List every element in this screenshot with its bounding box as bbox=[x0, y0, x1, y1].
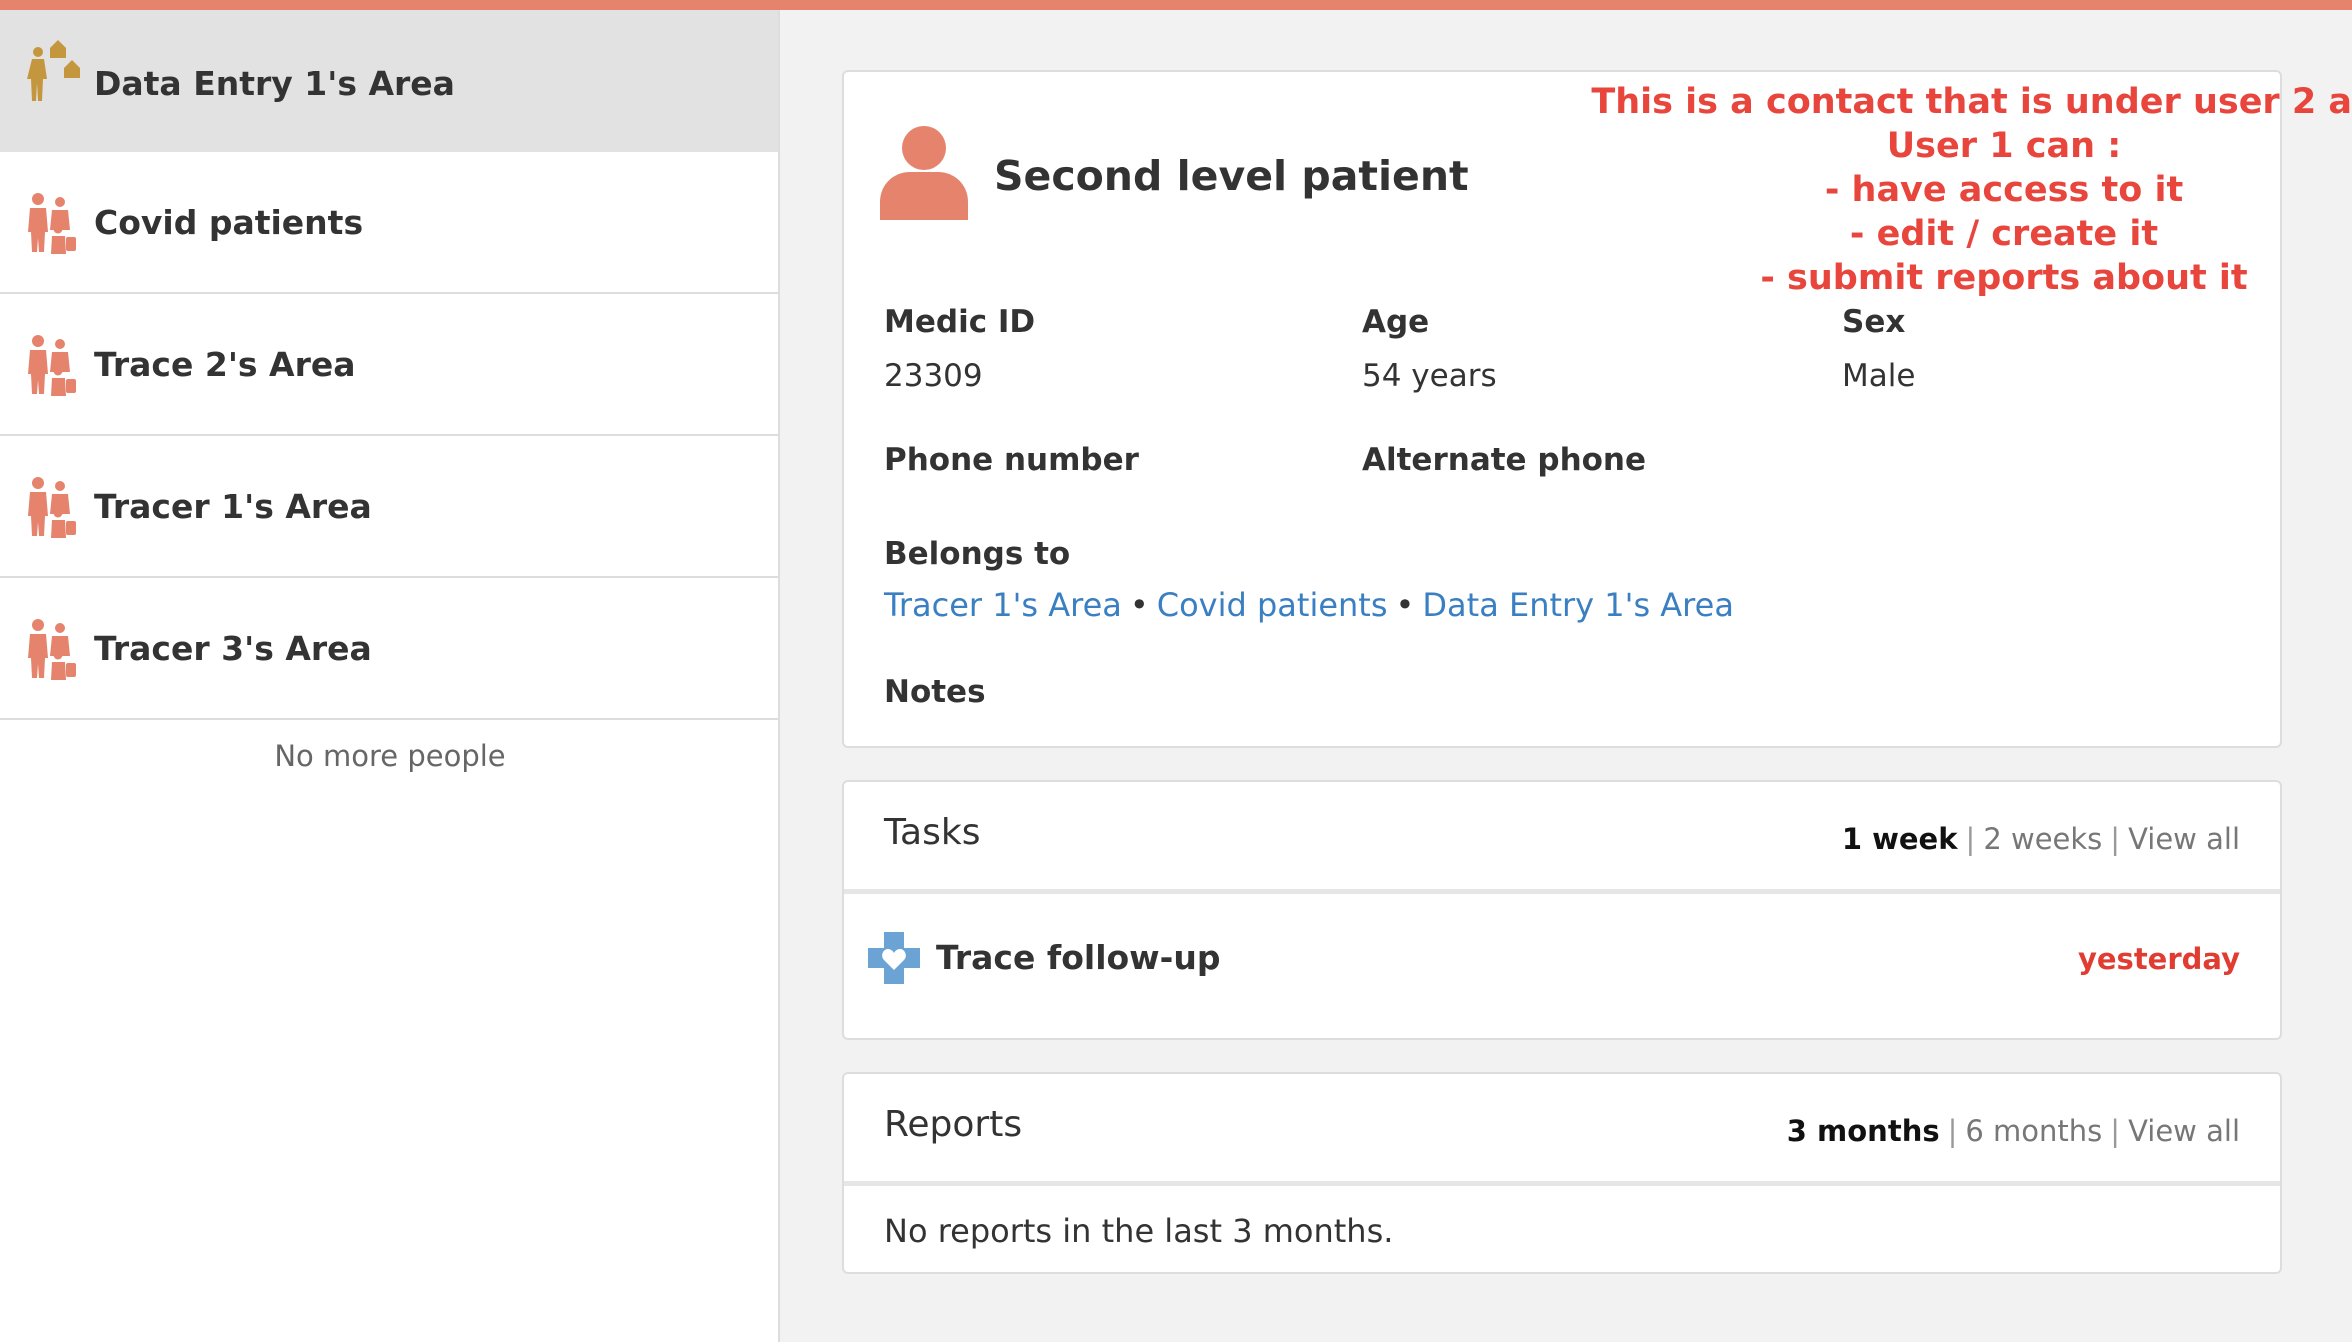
place-family-icon bbox=[27, 40, 80, 101]
reports-title: Reports bbox=[884, 1104, 1023, 1145]
medic-id-value: 23309 bbox=[884, 358, 983, 394]
person-icon bbox=[880, 126, 968, 220]
lineage-link-covid-patients[interactable]: Covid patients bbox=[1157, 586, 1388, 624]
tasks-title: Tasks bbox=[884, 812, 981, 853]
annotation-line: - submit reports about it bbox=[1760, 258, 2248, 298]
family-icon bbox=[28, 477, 76, 538]
reports-header: Reports 3 months | 6 months | View all bbox=[844, 1074, 2280, 1186]
annotation-overlay: This is a contact that is under user 2 a… bbox=[1484, 80, 2352, 300]
annotation-line: - have access to it bbox=[1824, 170, 2184, 210]
belongs-to-lineage: Tracer 1's Area • Covid patients • Data Entr… bbox=[884, 586, 1734, 624]
reports-filter-bar: 3 months | 6 months | View all bbox=[1787, 1114, 2240, 1148]
contact-name: Second level patient bbox=[994, 152, 1469, 200]
phone-number-label: Phone number bbox=[884, 442, 1139, 478]
family-icon bbox=[28, 619, 76, 680]
sidebar-item-covid-patients[interactable]: Covid patients bbox=[0, 152, 778, 294]
tasks-filter-1-week[interactable]: 1 week bbox=[1842, 822, 1958, 856]
tasks-card: Tasks 1 week | 2 weeks | View all Trace foll… bbox=[842, 780, 2282, 1040]
annotation-line: User 1 can : bbox=[1886, 126, 2122, 166]
reports-filter-6-months[interactable]: 6 months bbox=[1965, 1114, 2102, 1148]
annotation-line: This is a contact that is under user 2 a… bbox=[1591, 82, 2352, 122]
medic-id-label: Medic ID bbox=[884, 304, 1036, 340]
tasks-filter-view-all[interactable]: View all bbox=[2128, 822, 2240, 856]
lineage-link-tracer-1-area[interactable]: Tracer 1's Area bbox=[884, 586, 1122, 624]
reports-card: Reports 3 months | 6 months | View all No re… bbox=[842, 1072, 2282, 1274]
filter-separator: | bbox=[1965, 822, 1976, 856]
sex-label: Sex bbox=[1842, 304, 1906, 340]
reports-filter-3-months[interactable]: 3 months bbox=[1787, 1114, 1940, 1148]
task-due-date: yesterday bbox=[2077, 942, 2240, 976]
tasks-header: Tasks 1 week | 2 weeks | View all bbox=[844, 782, 2280, 894]
filter-separator: | bbox=[2110, 1114, 2121, 1148]
alternate-phone-label: Alternate phone bbox=[1362, 442, 1647, 478]
sidebar-item-trace-2-area[interactable]: Trace 2's Area bbox=[0, 294, 778, 436]
sidebar-item-data-entry-1-area[interactable]: Data Entry 1's Area bbox=[0, 10, 778, 152]
lineage-link-data-entry-1-area[interactable]: Data Entry 1's Area bbox=[1422, 586, 1734, 624]
sidebar-item-tracer-1-area[interactable]: Tracer 1's Area bbox=[0, 436, 778, 578]
top-accent-bar bbox=[0, 0, 2352, 10]
no-more-people-message: No more people bbox=[274, 739, 506, 773]
family-icon bbox=[28, 193, 76, 254]
family-icon bbox=[28, 335, 76, 396]
sidebar-item-label: Data Entry 1's Area bbox=[94, 64, 455, 103]
filter-separator: | bbox=[1947, 1114, 1958, 1148]
no-reports-message: No reports in the last 3 months. bbox=[884, 1212, 1394, 1250]
contacts-sidebar: Data Entry 1's Area Covid patients Trace… bbox=[0, 10, 780, 1342]
sidebar-item-tracer-3-area[interactable]: Tracer 3's Area bbox=[0, 578, 778, 720]
sidebar-item-label: Tracer 3's Area bbox=[94, 628, 372, 668]
task-label: Trace follow-up bbox=[936, 938, 1221, 977]
sidebar-item-label: Tracer 1's Area bbox=[94, 486, 372, 526]
sex-value: Male bbox=[1842, 358, 1916, 394]
age-value: 54 years bbox=[1362, 358, 1497, 394]
contact-summary-card: Second level patient This is a contact t… bbox=[842, 70, 2352, 748]
age-label: Age bbox=[1362, 304, 1430, 340]
reports-filter-view-all[interactable]: View all bbox=[2128, 1114, 2240, 1148]
filter-separator: | bbox=[2110, 822, 2121, 856]
tasks-filter-bar: 1 week | 2 weeks | View all bbox=[1842, 822, 2240, 856]
health-cross-icon bbox=[868, 932, 920, 984]
tasks-filter-2-weeks[interactable]: 2 weeks bbox=[1983, 822, 2102, 856]
lineage-separator: • bbox=[1395, 586, 1415, 624]
sidebar-item-label: Trace 2's Area bbox=[94, 344, 356, 384]
annotation-line: - edit / create it bbox=[1849, 214, 2159, 254]
notes-label: Notes bbox=[884, 674, 986, 710]
belongs-to-label: Belongs to bbox=[884, 536, 1071, 572]
lineage-separator: • bbox=[1129, 586, 1149, 624]
sidebar-item-label: Covid patients bbox=[94, 202, 364, 242]
